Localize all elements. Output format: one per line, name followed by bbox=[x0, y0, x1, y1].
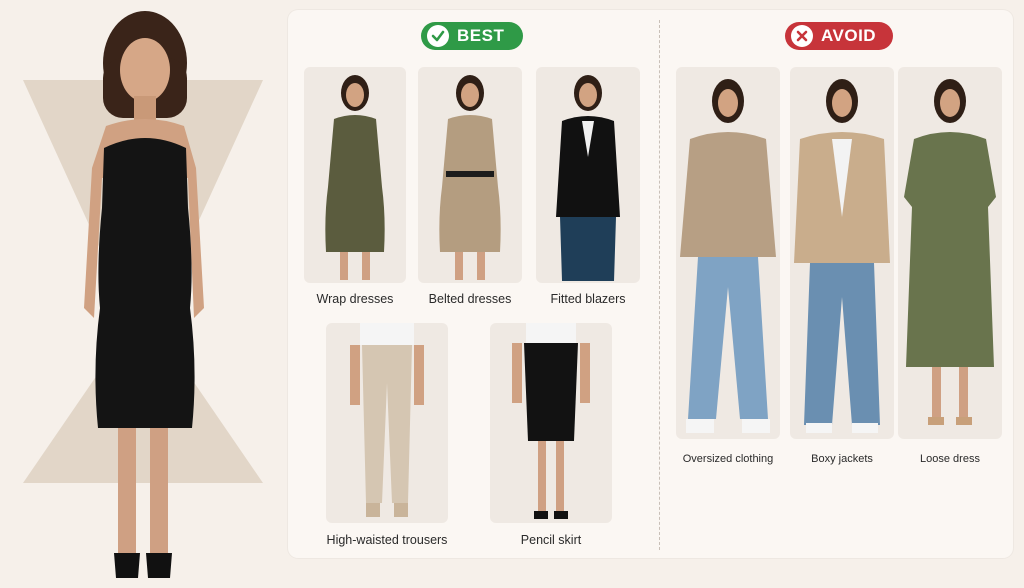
avoid-badge: AVOID bbox=[785, 22, 893, 50]
high-waisted-trousers-image bbox=[326, 323, 448, 523]
wrap-dress-image bbox=[304, 67, 406, 283]
x-icon bbox=[791, 25, 813, 47]
check-icon bbox=[427, 25, 449, 47]
boxy-jacket-image bbox=[790, 67, 894, 439]
hero-model bbox=[18, 8, 268, 583]
oversized-clothing-image bbox=[676, 67, 780, 439]
hourglass-shape bbox=[18, 8, 268, 583]
pencil-skirt-image bbox=[490, 323, 612, 523]
fitted-blazer-image bbox=[536, 67, 640, 283]
pencil-skirt-label: Pencil skirt bbox=[520, 533, 582, 547]
loose-dress-label: Loose dress bbox=[920, 453, 980, 465]
wrap-dresses-label: Wrap dresses bbox=[316, 292, 394, 306]
boxy-jackets-label: Boxy jackets bbox=[811, 453, 873, 465]
section-divider bbox=[659, 20, 660, 550]
best-badge: BEST bbox=[421, 22, 523, 50]
avoid-badge-label: AVOID bbox=[821, 26, 877, 45]
high-waisted-trousers-label: High-waisted trousers bbox=[326, 533, 448, 547]
belted-dress-image bbox=[418, 67, 522, 283]
loose-dress-image bbox=[898, 67, 1002, 439]
belted-dresses-label: Belted dresses bbox=[428, 292, 512, 306]
fitted-blazers-label: Fitted blazers bbox=[550, 292, 626, 306]
best-badge-label: BEST bbox=[457, 26, 505, 45]
oversized-clothing-label: Oversized clothing bbox=[682, 453, 774, 465]
